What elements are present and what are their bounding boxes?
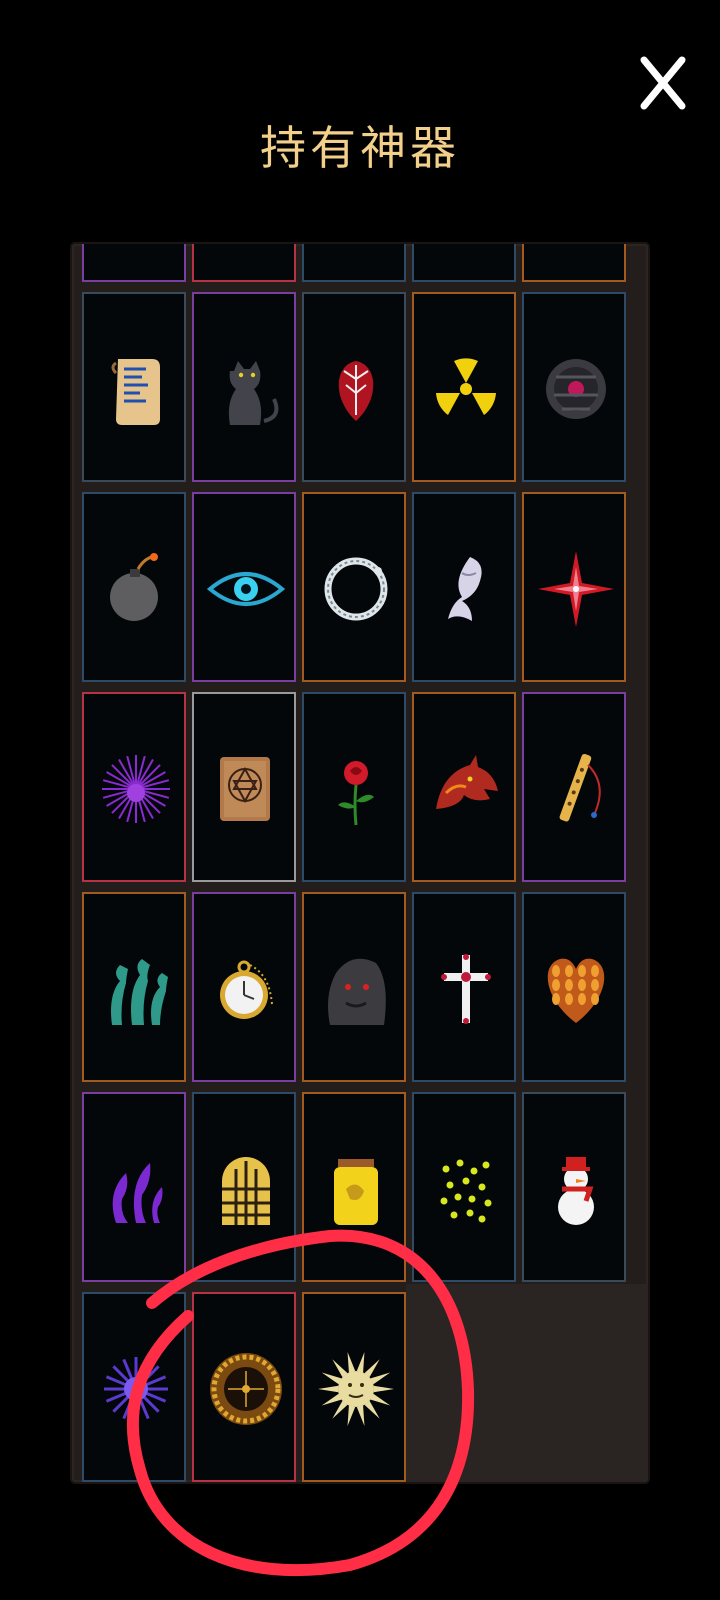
- artifact-card-partial[interactable]: [412, 244, 516, 282]
- scroll-icon: [111, 359, 160, 425]
- bomb-icon: [110, 553, 158, 621]
- artifact-card[interactable]: [82, 292, 186, 482]
- artifact-card[interactable]: [82, 1292, 186, 1482]
- flute-icon: [559, 753, 601, 822]
- artifact-card[interactable]: [522, 1092, 626, 1282]
- artifact-card[interactable]: [302, 492, 406, 682]
- artifact-card[interactable]: [522, 692, 626, 882]
- artifact-grid[interactable]: [72, 244, 648, 1482]
- sun-icon: [318, 1351, 394, 1427]
- ouroboros-icon: [324, 557, 388, 621]
- jar-icon: [334, 1159, 378, 1225]
- bleeding-heart-icon: [338, 361, 374, 421]
- hydra-icon: [111, 959, 168, 1025]
- artifact-card[interactable]: [192, 892, 296, 1082]
- artifact-card[interactable]: [522, 492, 626, 682]
- artifact-card[interactable]: [302, 292, 406, 482]
- artifact-card[interactable]: [82, 492, 186, 682]
- dark-orb-icon: [546, 359, 606, 419]
- artifact-card[interactable]: [192, 1292, 296, 1482]
- dragon-head-icon: [436, 755, 498, 809]
- page-title: 持有神器: [260, 121, 460, 175]
- red-star-icon: [538, 551, 614, 627]
- artifact-card[interactable]: [412, 892, 516, 1082]
- close-icon: [640, 56, 686, 110]
- roulette-wheel-icon: [210, 1353, 282, 1425]
- stone-golem-icon: [328, 958, 386, 1025]
- ghost-icon: [448, 557, 482, 621]
- artifact-card[interactable]: [192, 1092, 296, 1282]
- tentacles-icon: [112, 1163, 163, 1223]
- artifact-card[interactable]: [302, 692, 406, 882]
- artifact-card[interactable]: [82, 692, 186, 882]
- spores-icon: [440, 1159, 492, 1223]
- empty-grid-area: [406, 1284, 648, 1482]
- purple-burst-icon: [102, 755, 170, 823]
- eye-icon: [206, 572, 286, 606]
- artifact-card[interactable]: [302, 1092, 406, 1282]
- artifact-card[interactable]: [522, 292, 626, 482]
- artifact-card[interactable]: [412, 492, 516, 682]
- artifact-card[interactable]: [412, 292, 516, 482]
- snowman-icon: [558, 1157, 594, 1225]
- artifact-card[interactable]: [302, 1292, 406, 1482]
- radiation-icon: [436, 358, 496, 415]
- artifact-card[interactable]: [192, 492, 296, 682]
- artifact-card-partial[interactable]: [192, 244, 296, 282]
- artifact-card-partial[interactable]: [82, 244, 186, 282]
- pocket-watch-icon: [220, 960, 273, 1019]
- artifact-card[interactable]: [412, 1092, 516, 1282]
- cross-icon: [441, 954, 491, 1024]
- artifact-card[interactable]: [82, 1092, 186, 1282]
- artifact-card[interactable]: [522, 892, 626, 1082]
- artifact-card[interactable]: [412, 692, 516, 882]
- artifact-card[interactable]: [302, 892, 406, 1082]
- rose-icon: [338, 761, 374, 826]
- close-button[interactable]: [636, 54, 690, 112]
- black-cat-icon: [228, 361, 279, 425]
- spiky-orb-icon: [104, 1357, 168, 1421]
- artifact-card[interactable]: [82, 892, 186, 1082]
- artifact-card-partial[interactable]: [522, 244, 626, 282]
- artifact-card[interactable]: [192, 292, 296, 482]
- stained-window-icon: [222, 1157, 270, 1225]
- spellbook-icon: [220, 757, 270, 821]
- artifact-card[interactable]: [192, 692, 296, 882]
- scaled-heart-icon: [547, 958, 605, 1023]
- artifact-card-partial[interactable]: [302, 244, 406, 282]
